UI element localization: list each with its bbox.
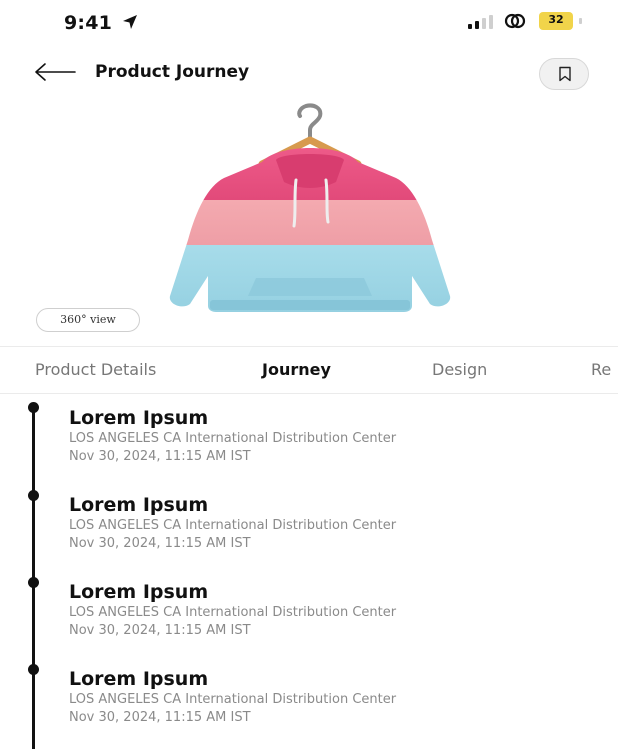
- timeline-node: [28, 577, 39, 588]
- bookmark-button[interactable]: [539, 58, 589, 90]
- journey-event: Lorem Ipsum LOS ANGELES CA International…: [69, 494, 609, 553]
- journey-event: Lorem Ipsum LOS ANGELES CA International…: [69, 581, 609, 640]
- tab-design[interactable]: Design: [432, 360, 487, 379]
- event-location: LOS ANGELES CA International Distributio…: [69, 605, 397, 620]
- journey-event: Lorem Ipsum LOS ANGELES CA International…: [69, 668, 609, 727]
- event-title: Lorem Ipsum: [69, 494, 209, 516]
- tab-bar: Product Details Journey Design Re: [0, 360, 618, 382]
- event-title: Lorem Ipsum: [69, 407, 209, 429]
- battery-icon: 32: [539, 12, 583, 30]
- timeline-node: [28, 402, 39, 413]
- link-icon: [504, 13, 526, 29]
- journey-event: Lorem Ipsum LOS ANGELES CA International…: [69, 407, 609, 466]
- view-360-button[interactable]: 360° view: [36, 308, 140, 332]
- tab-product-details[interactable]: Product Details: [35, 360, 156, 379]
- status-bar: 9:41 32: [0, 0, 618, 44]
- tab-journey[interactable]: Journey: [262, 360, 331, 379]
- divider: [0, 393, 618, 394]
- event-title: Lorem Ipsum: [69, 581, 209, 603]
- event-location: LOS ANGELES CA International Distributio…: [69, 692, 397, 707]
- location-arrow-icon: [123, 15, 137, 29]
- event-timestamp: Nov 30, 2024, 11:15 AM IST: [69, 623, 251, 638]
- timeline-node: [28, 664, 39, 675]
- event-location: LOS ANGELES CA International Distributio…: [69, 518, 397, 533]
- product-image: [169, 103, 451, 312]
- tab-reviews[interactable]: Re: [591, 360, 611, 379]
- event-title: Lorem Ipsum: [69, 668, 209, 690]
- divider: [0, 346, 618, 347]
- event-location: LOS ANGELES CA International Distributio…: [69, 431, 397, 446]
- status-time: 9:41: [64, 12, 113, 34]
- back-arrow-icon[interactable]: [33, 61, 77, 83]
- timeline-node: [28, 490, 39, 501]
- bookmark-icon: [559, 66, 571, 82]
- page-title: Product Journey: [95, 62, 250, 82]
- event-timestamp: Nov 30, 2024, 11:15 AM IST: [69, 536, 251, 551]
- battery-level: 32: [548, 13, 564, 26]
- battery-cap: [579, 18, 582, 24]
- signal-icon: [468, 15, 493, 29]
- event-timestamp: Nov 30, 2024, 11:15 AM IST: [69, 710, 251, 725]
- event-timestamp: Nov 30, 2024, 11:15 AM IST: [69, 449, 251, 464]
